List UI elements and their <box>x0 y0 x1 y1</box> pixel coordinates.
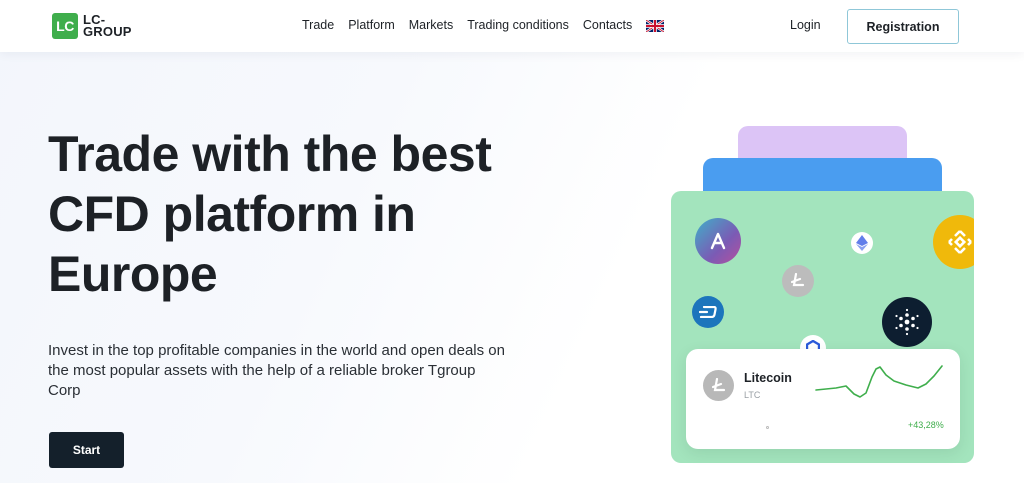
start-button[interactable]: Start <box>49 432 124 468</box>
logo-mark-icon: LC <box>52 13 78 39</box>
nav-item-trade[interactable]: Trade <box>302 18 334 32</box>
logo[interactable]: LC LC-GROUP <box>52 13 143 39</box>
hero-title: Trade with the best CFD platform in Euro… <box>48 126 492 302</box>
hero-description: Invest in the top profitable companies i… <box>48 342 505 399</box>
uk-flag-icon[interactable] <box>646 19 665 32</box>
nav-item-trading-conditions[interactable]: Trading conditions <box>467 18 569 32</box>
main-nav: Trade Platform Markets Trading condition… <box>302 18 665 32</box>
registration-button[interactable]: Registration <box>847 9 959 44</box>
login-link[interactable]: Login <box>790 18 821 32</box>
nav-item-platform[interactable]: Platform <box>348 18 395 32</box>
nav-item-markets[interactable]: Markets <box>409 18 453 32</box>
nav-item-contacts[interactable]: Contacts <box>583 18 632 32</box>
site-header: LC LC-GROUP Trade Platform Markets Tradi… <box>0 0 1024 52</box>
logo-text: LC-GROUP <box>83 12 132 39</box>
